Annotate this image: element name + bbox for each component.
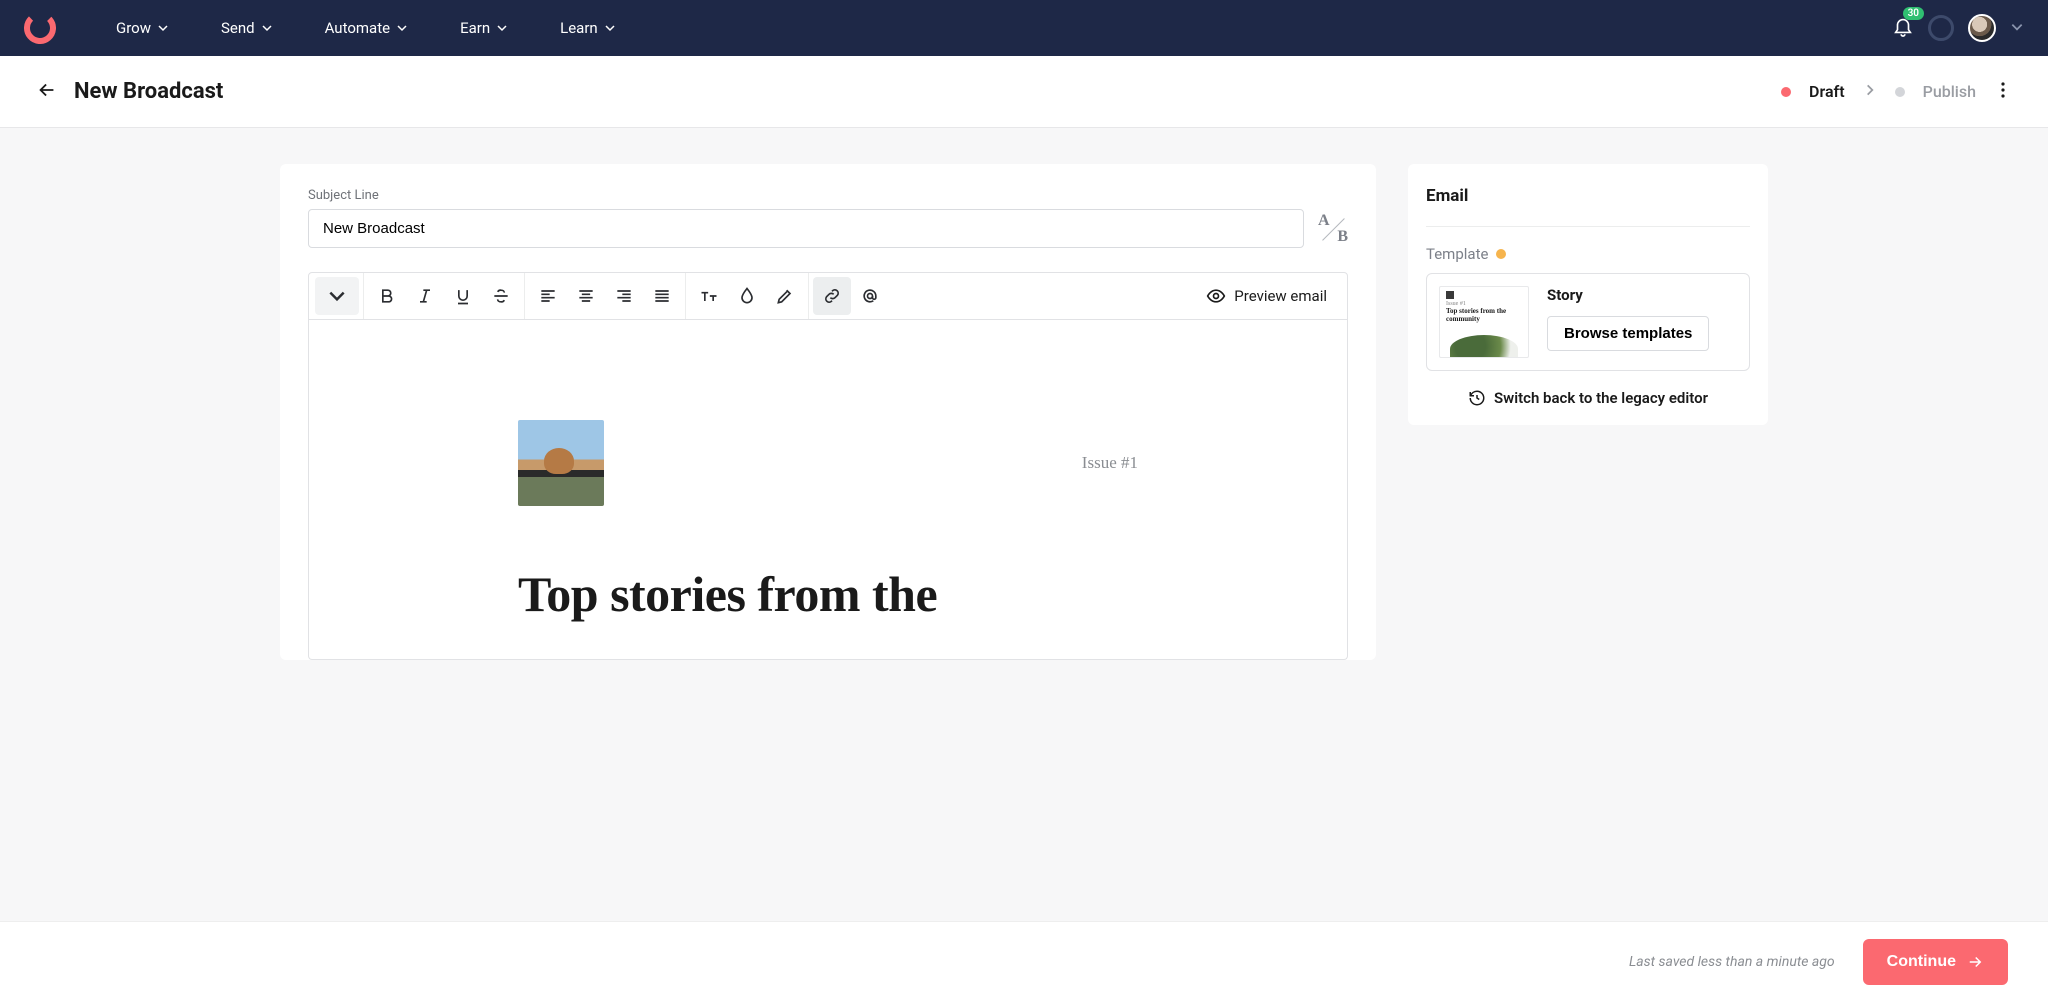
align-left-button[interactable] xyxy=(529,277,567,315)
align-left-icon xyxy=(538,286,558,306)
align-justify-icon xyxy=(652,286,672,306)
chevron-down-icon xyxy=(157,22,169,34)
more-menu-button[interactable] xyxy=(1994,81,2012,103)
bold-icon xyxy=(377,286,397,306)
template-thumb-text: Top stories from the community xyxy=(1446,307,1522,323)
align-right-button[interactable] xyxy=(605,277,643,315)
nav-item-send[interactable]: Send xyxy=(221,19,273,37)
text-size-button[interactable] xyxy=(690,277,728,315)
status-dot-publish xyxy=(1895,87,1905,97)
preview-email-button[interactable]: Preview email xyxy=(1206,286,1341,306)
footer-bar: Last saved less than a minute ago Contin… xyxy=(0,921,2048,1001)
editor-canvas[interactable]: Issue #1 Top stories from the xyxy=(308,320,1348,660)
notification-badge: 30 xyxy=(1903,7,1924,20)
editor-panel: Subject Line A B xyxy=(280,164,1376,660)
page-header: New Broadcast Draft Publish xyxy=(0,56,2048,128)
status-separator xyxy=(1863,82,1877,101)
chevron-down-icon xyxy=(604,22,616,34)
template-card: Issue #1 Top stories from the community … xyxy=(1426,273,1750,371)
issue-number[interactable]: Issue #1 xyxy=(1082,453,1138,473)
editor-toolbar: Preview email xyxy=(308,272,1348,320)
page-header-right: Draft Publish xyxy=(1781,81,2012,103)
legacy-editor-link[interactable]: Switch back to the legacy editor xyxy=(1426,389,1750,407)
template-name: Story xyxy=(1547,286,1709,304)
align-right-icon xyxy=(614,286,634,306)
sidebar-panel: Email Template Issue #1 Top stories from… xyxy=(1408,164,1768,425)
top-nav: Grow Send Automate Earn Learn 30 xyxy=(0,0,2048,56)
arrow-right-icon xyxy=(1966,953,1984,971)
chevron-down-icon xyxy=(496,22,508,34)
underline-button[interactable] xyxy=(444,277,482,315)
bold-button[interactable] xyxy=(368,277,406,315)
avatar[interactable] xyxy=(1968,14,1996,42)
highlight-button[interactable] xyxy=(766,277,804,315)
arrow-left-icon xyxy=(36,79,58,101)
strikethrough-icon xyxy=(491,286,511,306)
nav-item-label: Send xyxy=(221,19,255,37)
nav-item-learn[interactable]: Learn xyxy=(560,19,616,37)
chevron-down-icon xyxy=(396,22,408,34)
hero-image[interactable] xyxy=(518,420,604,506)
color-button[interactable] xyxy=(728,277,766,315)
top-nav-right: 30 xyxy=(1892,14,2024,42)
ab-test-button[interactable]: A B xyxy=(1318,214,1348,244)
template-status-dot xyxy=(1496,249,1506,259)
nav-item-earn[interactable]: Earn xyxy=(460,19,508,37)
last-saved-text: Last saved less than a minute ago xyxy=(1629,954,1835,970)
align-center-icon xyxy=(576,286,596,306)
template-label-text: Template xyxy=(1426,245,1488,263)
kebab-icon xyxy=(1994,81,2012,99)
sidebar-title: Email xyxy=(1426,186,1750,227)
subject-input[interactable] xyxy=(308,209,1304,248)
legacy-link-label: Switch back to the legacy editor xyxy=(1494,389,1708,407)
nav-items: Grow Send Automate Earn Learn xyxy=(116,19,616,37)
text-size-icon xyxy=(699,286,719,306)
link-button[interactable] xyxy=(813,277,851,315)
status-draft[interactable]: Draft xyxy=(1809,82,1845,101)
ab-b-icon: B xyxy=(1337,228,1348,246)
continue-button[interactable]: Continue xyxy=(1863,939,2008,985)
status-publish[interactable]: Publish xyxy=(1923,82,1976,101)
headline-text[interactable]: Top stories from the xyxy=(518,566,1138,624)
template-section-label: Template xyxy=(1426,245,1750,263)
continue-label: Continue xyxy=(1887,953,1956,971)
align-justify-button[interactable] xyxy=(643,277,681,315)
chevron-right-icon xyxy=(1863,83,1877,97)
chevron-down-icon xyxy=(261,22,273,34)
subject-label: Subject Line xyxy=(308,188,1348,203)
nav-item-label: Grow xyxy=(116,19,151,37)
chevron-down-icon xyxy=(2010,20,2024,34)
italic-button[interactable] xyxy=(406,277,444,315)
italic-icon xyxy=(415,286,435,306)
preview-label: Preview email xyxy=(1234,287,1327,305)
page-title: New Broadcast xyxy=(74,79,223,104)
droplet-icon xyxy=(737,286,757,306)
progress-ring-icon[interactable] xyxy=(1928,15,1954,41)
nav-item-automate[interactable]: Automate xyxy=(325,19,408,37)
notifications-button[interactable]: 30 xyxy=(1892,15,1914,41)
logo-icon xyxy=(24,12,56,44)
highlighter-icon xyxy=(775,286,795,306)
at-icon xyxy=(860,286,880,306)
account-menu-button[interactable] xyxy=(2010,19,2024,38)
eye-icon xyxy=(1206,286,1226,306)
nav-item-label: Automate xyxy=(325,19,390,37)
nav-item-grow[interactable]: Grow xyxy=(116,19,169,37)
back-button[interactable] xyxy=(36,79,58,105)
nav-item-label: Earn xyxy=(460,19,490,37)
mention-button[interactable] xyxy=(851,277,889,315)
nav-item-label: Learn xyxy=(560,19,598,37)
link-icon xyxy=(822,286,842,306)
chevron-down-icon xyxy=(327,286,347,306)
paragraph-style-button[interactable] xyxy=(315,277,359,315)
underline-icon xyxy=(453,286,473,306)
template-thumbnail[interactable]: Issue #1 Top stories from the community xyxy=(1439,286,1529,358)
workspace: Subject Line A B xyxy=(244,128,1804,760)
logo[interactable] xyxy=(24,12,56,44)
status-dot-draft xyxy=(1781,87,1791,97)
align-center-button[interactable] xyxy=(567,277,605,315)
browse-templates-button[interactable]: Browse templates xyxy=(1547,316,1709,351)
strikethrough-button[interactable] xyxy=(482,277,520,315)
history-icon xyxy=(1468,389,1486,407)
